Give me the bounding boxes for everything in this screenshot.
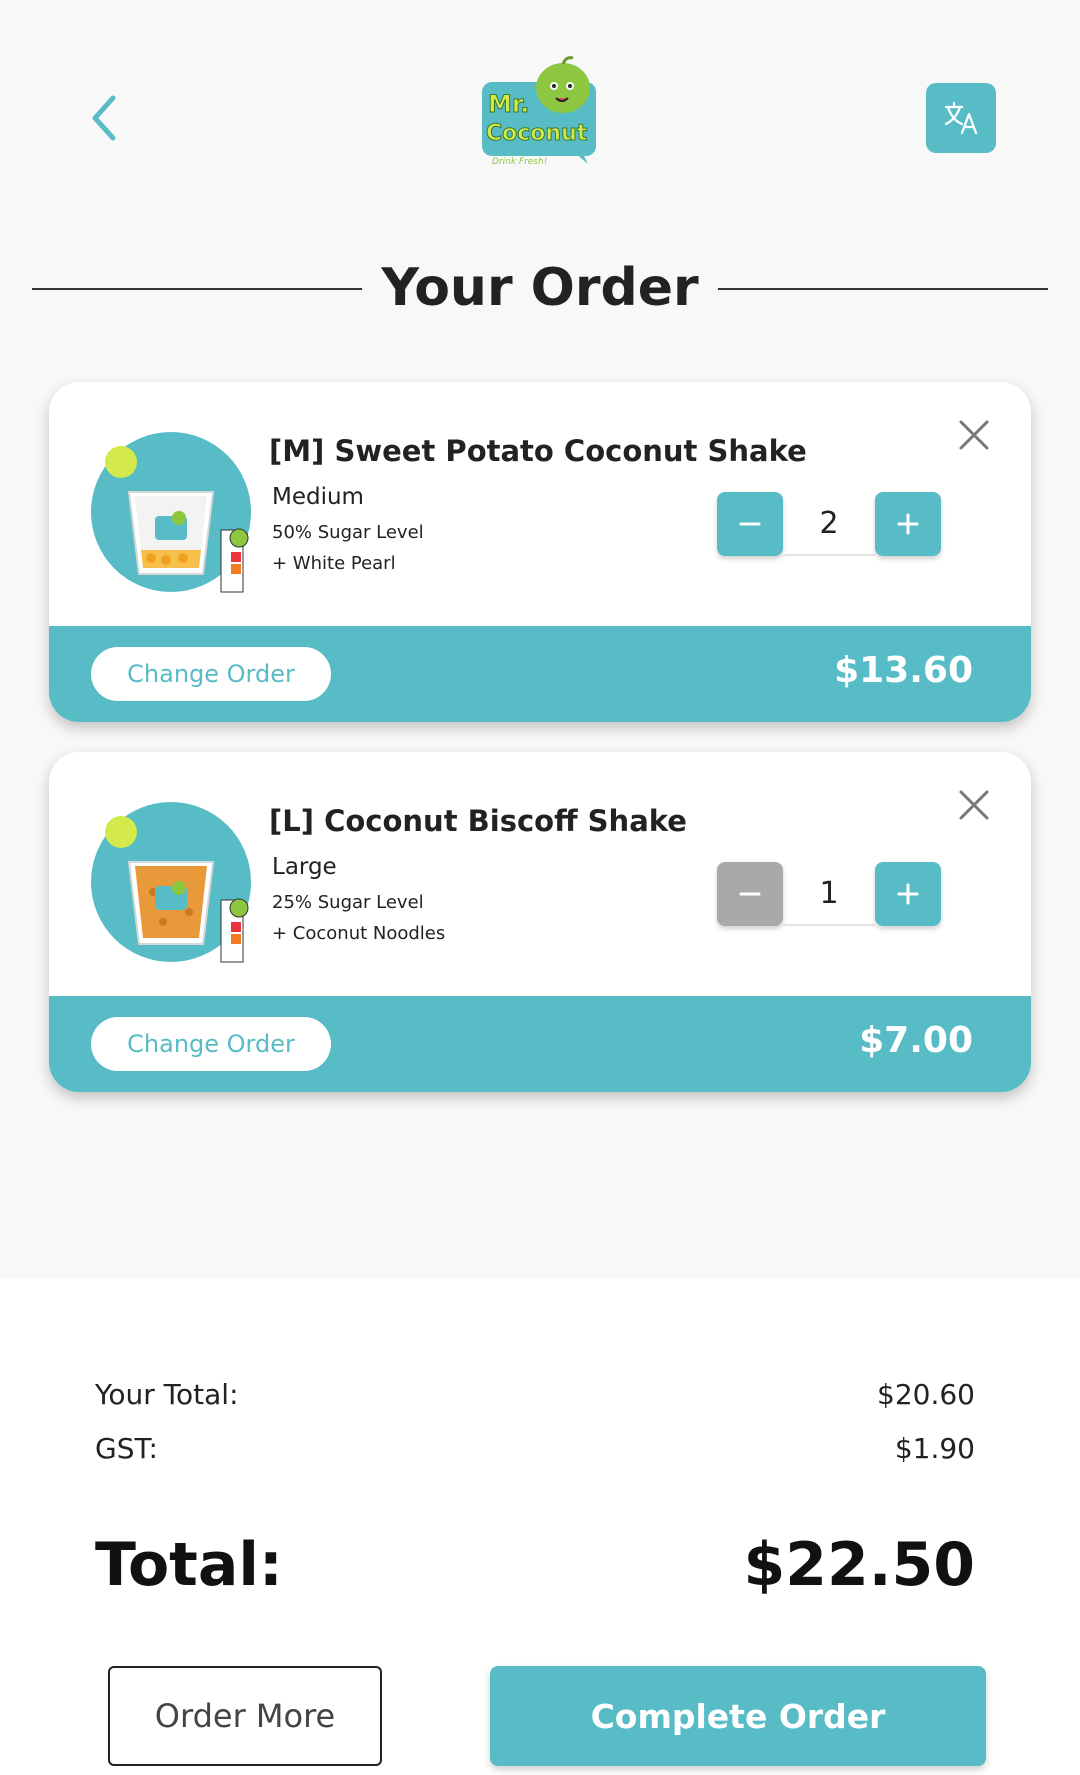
minus-icon: [739, 892, 761, 896]
drink-image: [91, 802, 266, 967]
item-name: [M] Sweet Potato Coconut Shake: [269, 434, 807, 468]
remove-item-button[interactable]: [957, 788, 991, 822]
item-addon: + Coconut Noodles: [272, 923, 446, 944]
drink-image: [91, 432, 266, 597]
decrease-quantity-button[interactable]: [717, 862, 783, 926]
complete-order-button[interactable]: Complete Order: [490, 1666, 986, 1766]
increase-quantity-button[interactable]: [875, 862, 941, 926]
page-title: Your Order: [381, 258, 699, 318]
chevron-left-icon: [92, 95, 116, 141]
item-sugar-level: 25% Sugar Level: [272, 892, 424, 913]
mr-coconut-logo: Mr. Coconut Drink Fresh!: [478, 56, 602, 168]
translate-icon: [944, 101, 978, 135]
order-card: [M] Sweet Potato Coconut Shake Medium 50…: [49, 382, 1031, 722]
svg-text:Coconut: Coconut: [486, 121, 588, 146]
close-icon: [959, 790, 989, 820]
item-sugar-level: 50% Sugar Level: [272, 522, 424, 543]
translate-button[interactable]: [926, 83, 996, 153]
order-summary: Your Total: $20.60 GST: $1.90 Total: $22…: [0, 1278, 1080, 1775]
item-size: Medium: [272, 484, 364, 510]
change-order-button[interactable]: Change Order: [91, 647, 331, 701]
decrease-quantity-button[interactable]: [717, 492, 783, 556]
subtotal-label: Your Total:: [95, 1378, 239, 1411]
item-addon: + White Pearl: [272, 553, 396, 574]
quantity-stepper: 2: [717, 492, 947, 556]
item-price: $13.60: [834, 650, 973, 691]
item-price: $7.00: [859, 1020, 973, 1061]
plus-icon: [897, 513, 919, 535]
back-button[interactable]: [80, 88, 128, 148]
plus-icon: [897, 883, 919, 905]
change-order-button[interactable]: Change Order: [91, 1017, 331, 1071]
order-card: [L] Coconut Biscoff Shake Large 25% Suga…: [49, 752, 1031, 1092]
close-icon: [959, 420, 989, 450]
gst-value: $1.90: [894, 1432, 975, 1465]
subtotal-value: $20.60: [877, 1378, 975, 1411]
card-footer: Change Order $13.60: [49, 626, 1031, 722]
quantity-stepper: 1: [717, 862, 947, 926]
card-footer: Change Order $7.00: [49, 996, 1031, 1092]
title-row: Your Order: [0, 250, 1080, 330]
item-name: [L] Coconut Biscoff Shake: [269, 804, 687, 838]
svg-text:Mr.: Mr.: [488, 90, 529, 118]
item-size: Large: [272, 854, 337, 880]
remove-item-button[interactable]: [957, 418, 991, 452]
quantity-value: 2: [783, 492, 875, 556]
total-value: $22.50: [743, 1530, 975, 1600]
divider: [32, 288, 362, 290]
total-label: Total:: [95, 1530, 283, 1600]
divider: [718, 288, 1048, 290]
increase-quantity-button[interactable]: [875, 492, 941, 556]
quantity-value: 1: [783, 862, 875, 926]
minus-icon: [739, 522, 761, 526]
order-more-button[interactable]: Order More: [108, 1666, 382, 1766]
header: Mr. Coconut Drink Fresh!: [0, 0, 1080, 200]
gst-label: GST:: [95, 1432, 158, 1465]
svg-text:Drink Fresh!: Drink Fresh!: [492, 157, 547, 167]
